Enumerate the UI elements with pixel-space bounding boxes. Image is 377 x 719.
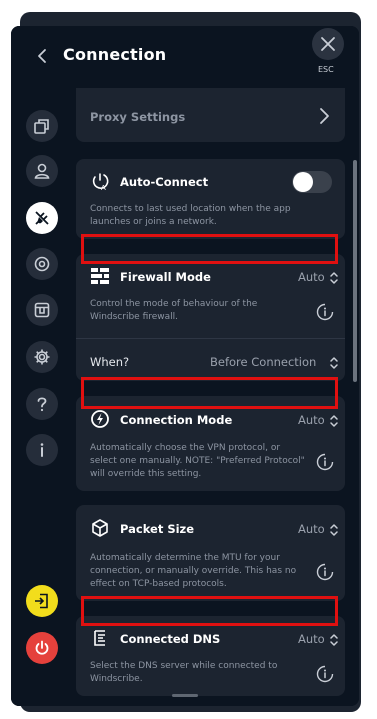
connection-mode-value[interactable]: Auto [298, 413, 325, 427]
page-title: Connection [63, 45, 167, 64]
firewall-mode-highlight [81, 234, 338, 264]
connection-mode-icon [91, 410, 109, 428]
auto-connect-icon: A [92, 173, 109, 191]
resize-handle[interactable] [172, 694, 198, 697]
auto-connect-card: A Auto-Connect Connects to last used loc… [76, 159, 345, 239]
updown-arrows-icon [330, 524, 338, 536]
sidebar-item-connection[interactable] [26, 202, 58, 234]
connected-dns-value[interactable]: Auto [298, 632, 325, 646]
connected-dns-card: Connected DNS Auto Select the DNS server… [76, 616, 345, 696]
svg-text:A: A [101, 184, 106, 191]
chevron-right-icon [320, 108, 329, 124]
info-circle-icon [316, 303, 334, 321]
dns-icon [94, 630, 105, 646]
sidebar-item-robert[interactable] [26, 248, 58, 280]
divider [76, 338, 345, 339]
back-button[interactable] [33, 46, 53, 66]
packet-size-value[interactable]: Auto [298, 522, 325, 536]
toggle-knob [293, 172, 313, 192]
wallpaper-icon [34, 302, 50, 318]
packet-size-description: Automatically determine the MTU for your… [90, 553, 297, 589]
info-circle-icon [316, 563, 334, 581]
package-icon [92, 519, 108, 537]
sidebar-item-account[interactable] [26, 155, 58, 187]
proxy-settings-label: Proxy Settings [90, 110, 186, 124]
updown-arrows-icon [330, 415, 338, 427]
connection-mode-description: Automatically choose the VPN protocol, o… [90, 443, 305, 479]
close-button[interactable] [312, 28, 344, 60]
robert-icon [34, 256, 50, 272]
firewall-mode-description: Control the mode of behaviour of the Win… [90, 299, 258, 322]
chevron-left-icon [38, 49, 46, 63]
updown-arrows-icon [330, 357, 338, 369]
info-circle-icon [316, 665, 334, 683]
sidebar-item-look-and-feel[interactable] [26, 294, 58, 326]
firewall-mode-value[interactable]: Auto [298, 270, 325, 284]
sidebar-item-advanced[interactable] [26, 341, 58, 373]
firewall-icon [91, 268, 109, 284]
auto-connect-description: Connects to last used location when the … [90, 204, 291, 227]
sidebar-item-help[interactable] [26, 388, 58, 420]
connected-dns-description: Select the DNS server while connected to… [90, 661, 278, 684]
exit-button[interactable] [26, 585, 58, 617]
info-icon [40, 443, 44, 457]
packet-size-label: Packet Size [120, 522, 195, 536]
gear-icon [34, 349, 50, 365]
power-icon [35, 640, 49, 655]
sidebar-item-about[interactable] [26, 434, 58, 466]
info-circle-icon [316, 453, 334, 471]
app-window: Connection ESC Proxy Settings A Auto-Con… [11, 26, 359, 706]
connection-mode-highlight [81, 377, 338, 409]
sidebar [11, 88, 73, 706]
proxy-settings-card[interactable]: Proxy Settings [76, 88, 345, 142]
connected-dns-label: Connected DNS [120, 632, 221, 646]
exit-icon [35, 593, 48, 609]
connection-mode-label: Connection Mode [120, 413, 233, 427]
header: Connection ESC [11, 26, 359, 88]
when-value[interactable]: Before Connection [210, 355, 316, 369]
auto-connect-label: Auto-Connect [120, 175, 209, 189]
close-icon [321, 37, 335, 51]
sidebar-item-general[interactable] [26, 110, 58, 142]
esc-label: ESC [318, 65, 334, 74]
auto-connect-toggle[interactable] [292, 171, 332, 193]
network-icon [34, 119, 49, 134]
connected-dns-highlight [81, 596, 338, 626]
firewall-card: Firewall Mode Auto Control the mode of b… [76, 254, 345, 381]
updown-arrows-icon [330, 272, 338, 284]
connection-mode-card: Connection Mode Auto Automatically choos… [76, 396, 345, 491]
question-icon [37, 397, 47, 412]
packet-size-card: Packet Size Auto Automatically determine… [76, 505, 345, 601]
updown-arrows-icon [330, 634, 338, 646]
when-label: When? [90, 355, 130, 369]
plug-icon [35, 211, 49, 225]
firewall-mode-label: Firewall Mode [120, 270, 211, 284]
power-button[interactable] [26, 632, 58, 664]
scrollbar[interactable] [353, 160, 357, 382]
user-icon [34, 163, 50, 179]
